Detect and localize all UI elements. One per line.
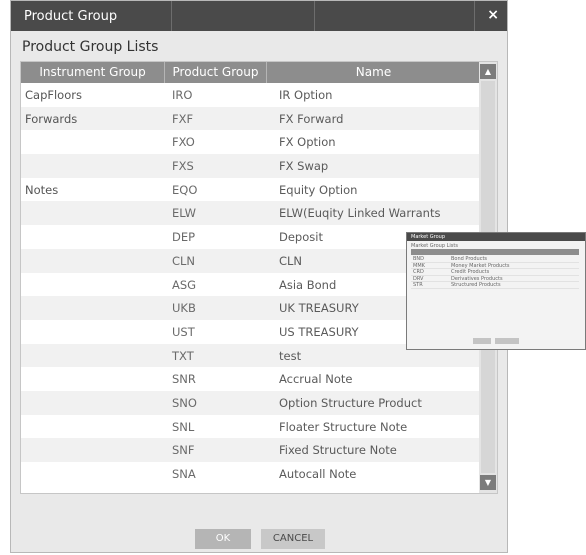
cell-name: US TREASURY [279,324,359,339]
title-bar-segment [314,1,475,31]
cell-name: Equity Option [279,182,358,197]
cell-name: Fixed Structure Note [279,443,397,458]
mini-cell-code: BND [413,256,425,262]
cell-name: ELW(Euqity Linked Warrants [279,206,441,221]
scroll-down-icon[interactable]: ▼ [480,475,496,490]
column-header-name[interactable]: Name [267,62,481,83]
cell-product-group: FXO [172,135,195,150]
mini-cell-code: MMK [413,262,425,269]
mini-grid-header [411,249,579,255]
cell-product-group: SNA [172,467,196,481]
mini-list-item: STR Structured Products [411,282,579,289]
mini-cell-name: Credit Products [451,269,490,276]
mini-ok-button [473,338,491,344]
cell-product-group: FXF [172,111,194,126]
title-bar[interactable]: Product Group × [11,1,507,31]
cell-name: UK TREASURY [279,301,359,316]
market-group-window-thumbnail: Market Group Market Group Lists BND Bond … [406,232,586,350]
table-row[interactable]: ELW ELW(Euqity Linked Warrants [21,201,481,226]
cell-product-group: SNL [172,419,195,434]
mini-grid-rows: BND Bond Products MMK Money Market Products… [411,256,579,289]
mini-cell-code: CRD [413,269,424,276]
table-row[interactable]: FXS FX Swap [21,154,481,178]
column-header-product-group[interactable]: Product Group [165,62,267,83]
table-row[interactable]: SNA Autocall Note [21,462,481,486]
table-row[interactable]: SNR Accrual Note [21,367,481,391]
mini-cell-code: DRV [413,275,424,282]
mini-cell-name: Bond Products [451,256,488,262]
cell-product-group: ASG [172,277,197,292]
table-row[interactable]: SNO Option Structure Product [21,390,481,415]
cell-name: FX Swap [279,159,329,174]
grid-header: Instrument Group Product Group Name [21,62,481,83]
mini-list-item: CRD Credit Products [411,269,579,276]
table-row[interactable]: FXO FX Option [21,130,481,154]
cell-name: Accrual Note [279,372,353,387]
cell-product-group: ELW [172,206,196,221]
cell-product-group: TXT [172,348,194,363]
cancel-button[interactable]: CANCEL [261,529,325,549]
cell-name: Option Structure Product [279,395,422,410]
cell-name: Floater Structure Note [279,419,408,434]
cell-name: FX Forward [279,111,344,126]
column-header-instrument-group[interactable]: Instrument Group [21,62,165,83]
mini-cell-name: Structured Products [451,282,501,289]
cell-product-group: FXS [172,159,194,174]
cell-product-group: IRO [172,88,193,102]
scroll-up-icon[interactable]: ▲ [480,64,496,79]
cell-product-group: UKB [172,301,196,316]
cell-product-group: UST [172,324,195,339]
table-row[interactable]: Notes EQO Equity Option [21,178,481,202]
mini-list-item: DRV Derivatives Products [411,276,579,283]
table-row[interactable]: SNF Fixed Structure Note [21,438,481,462]
cell-instrument-group: Notes [25,182,59,197]
mini-cell-code: STR [413,282,423,289]
table-row[interactable]: Forwards FXF FX Forward [21,106,481,131]
mini-cell-name: Derivatives Products [451,275,503,282]
cell-product-group: SNO [172,395,197,410]
cell-name: Asia Bond [279,277,337,292]
cell-product-group: EQO [172,182,198,197]
ok-button[interactable]: OK [195,529,251,549]
cell-name: FX Option [279,135,336,150]
mini-title-bar: Market Group [407,233,585,241]
cell-name: IR Option [279,88,333,102]
close-icon[interactable]: × [487,7,499,23]
cell-name: CLN [279,253,303,268]
cell-name: Deposit [279,230,323,245]
cell-instrument-group: Forwards [25,111,78,126]
mini-cancel-button [495,338,519,344]
cell-product-group: CLN [172,253,196,268]
cell-product-group: DEP [172,230,196,245]
mini-list-item: BND Bond Products [411,256,579,263]
table-row[interactable]: CapFloors IRO IR Option [21,83,481,107]
cell-name: test [279,348,302,363]
cell-name: Autocall Note [279,467,357,481]
mini-title: Market Group [411,234,445,240]
cell-instrument-group: CapFloors [25,88,82,102]
mini-cell-name: Money Market Products [451,262,510,269]
cell-product-group: SNF [172,443,195,458]
product-group-lists-heading: Product Group Lists [22,39,159,55]
dialog-title: Product Group [24,9,118,24]
mini-list-item: MMK Money Market Products [411,263,579,270]
title-bar-segment [171,1,315,31]
table-row[interactable]: SNL Floater Structure Note [21,415,481,439]
cell-product-group: SNR [172,372,196,387]
